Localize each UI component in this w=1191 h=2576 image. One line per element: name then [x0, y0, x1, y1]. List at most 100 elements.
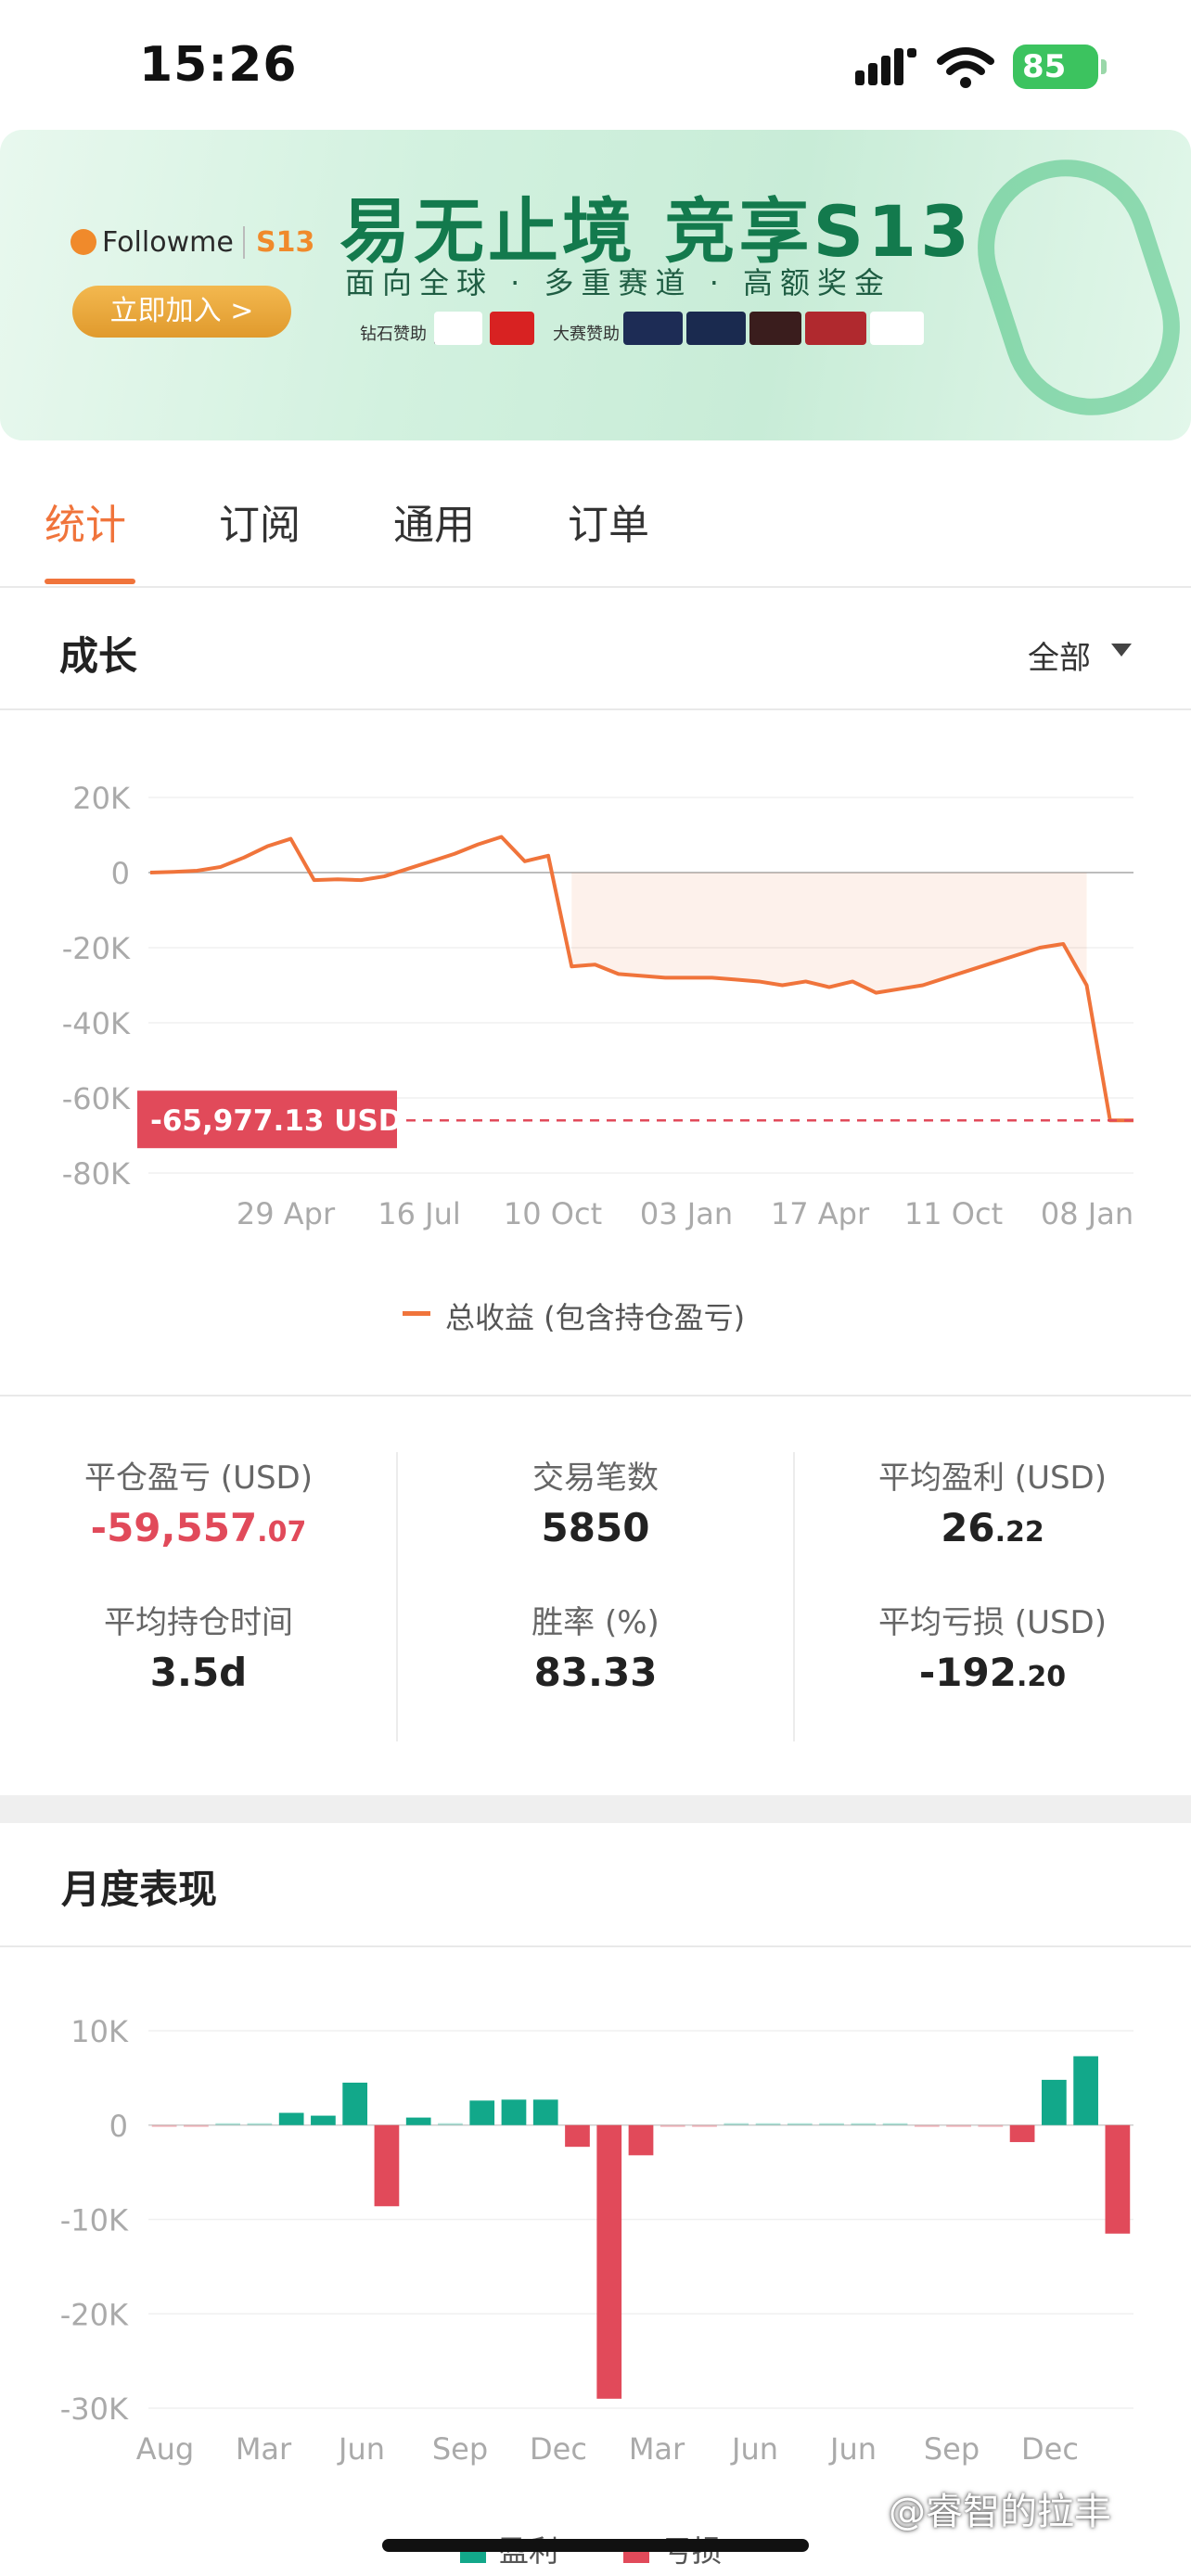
sponsor-logo — [490, 312, 534, 345]
y-tick-label: -80K — [62, 1156, 131, 1192]
stat-value: -192.20 — [794, 1650, 1191, 1695]
stat-trades: 交易笔数 5850 — [397, 1452, 794, 1550]
stat-divider — [396, 1452, 398, 1741]
wifi-icon — [937, 47, 994, 88]
x-tick-label: Sep — [924, 2431, 980, 2467]
stat-value: -59,557.07 — [0, 1505, 397, 1550]
stat-avg-profit: 平均盈利 (USD) 26.22 — [794, 1452, 1191, 1550]
growth-title: 成长 — [59, 633, 138, 679]
x-tick-label: 10 Oct — [504, 1196, 602, 1231]
x-tick-label: Aug — [136, 2431, 194, 2467]
tab-subscribe[interactable]: 订阅 — [219, 491, 301, 551]
sponsor-logo — [749, 312, 801, 345]
bar — [1105, 2124, 1131, 2234]
x-tick-label: 29 Apr — [237, 1196, 336, 1231]
signal-icon — [855, 48, 916, 85]
stat-value-dec: .07 — [257, 1516, 307, 1549]
bar — [374, 2124, 400, 2207]
x-tick-label: Mar — [236, 2431, 292, 2467]
x-tick-label: 11 Oct — [904, 1196, 1003, 1231]
caret-down-icon[interactable] — [1111, 644, 1132, 657]
stat-label: 平均亏损 (USD) — [878, 1604, 1107, 1641]
sponsor-logo — [805, 312, 866, 345]
decorative-ring — [954, 136, 1191, 439]
bar — [247, 2123, 273, 2125]
home-indicator[interactable] — [382, 2539, 809, 2552]
bar — [278, 2112, 304, 2125]
growth-filter-dropdown[interactable]: 全部 — [1028, 632, 1091, 678]
bar — [405, 2117, 431, 2125]
banner-subtitle: 面向全球 · 多重赛道 · 高额奖金 — [345, 265, 892, 300]
stat-value: 26.22 — [794, 1505, 1191, 1550]
growth-chart: 20K 0 -20K -40K -60K -80K 29 Apr 16 Jul 10 Oct 03… — [62, 781, 1133, 1231]
brand-name: Followme — [102, 226, 234, 259]
y-tick-label: 0 — [109, 2109, 128, 2144]
y-tick-label: -20K — [60, 2297, 129, 2332]
stat-win-rate: 胜率 (%) 83.33 — [397, 1597, 794, 1695]
stat-label: 交易笔数 — [532, 1460, 659, 1497]
stat-label: 平仓盈亏 (USD) — [84, 1460, 313, 1497]
x-tick-label: 17 Apr — [771, 1196, 870, 1231]
tab-stats[interactable]: 统计 — [45, 491, 126, 551]
divider — [0, 1945, 1191, 1947]
bar — [469, 2100, 495, 2125]
x-tick-label: Dec — [530, 2431, 587, 2467]
promo-banner[interactable]: Followme S13 立即加入 > 易无止境 竞享S13 面向全球 · 多重… — [0, 130, 1191, 440]
x-tick-label: Jun — [337, 2431, 385, 2467]
stat-value-dec: .22 — [994, 1516, 1044, 1549]
x-tick-label: Jun — [828, 2431, 877, 2467]
active-tab-indicator — [45, 579, 135, 584]
bar — [660, 2124, 685, 2127]
y-tick-label: -40K — [62, 1006, 131, 1041]
watermark: @睿智的拉丰 — [889, 2491, 1111, 2533]
x-tick-label: Dec — [1021, 2431, 1079, 2467]
bar — [692, 2124, 717, 2127]
x-tick-label: Mar — [629, 2431, 685, 2467]
y-tick-label: -20K — [62, 931, 131, 966]
bar — [565, 2124, 590, 2148]
bar — [151, 2124, 177, 2127]
bar — [628, 2124, 654, 2156]
y-tick-label: 0 — [111, 856, 130, 891]
bar — [851, 2123, 877, 2125]
tab-general[interactable]: 通用 — [393, 491, 475, 551]
bar — [438, 2123, 463, 2125]
monthly-chart: 10K 0 -10K -20K -30KAug Mar Jun Sep Dec Mar Jun Jun… — [60, 2014, 1133, 2467]
battery-level: 85 — [1022, 48, 1067, 85]
sponsor-event-label: 大赛赞助 | — [553, 325, 631, 344]
sponsor-logo — [434, 312, 482, 345]
bar — [1041, 2079, 1067, 2125]
sponsor-logo — [623, 312, 683, 345]
stat-closed-pl: 平仓盈亏 (USD) -59,557.07 — [0, 1452, 397, 1550]
y-tick-label: -10K — [60, 2203, 129, 2238]
y-tick-label: 20K — [72, 781, 131, 816]
bar — [946, 2124, 971, 2127]
stat-avg-loss: 平均亏损 (USD) -192.20 — [794, 1597, 1191, 1695]
brand-logo: Followme — [70, 226, 234, 259]
followme-icon — [70, 229, 96, 255]
growth-legend: 总收益 (包含持仓盈亏) — [445, 1300, 746, 1335]
bar — [787, 2123, 813, 2125]
bar — [882, 2123, 908, 2125]
status-bar: 15:26 85 — [0, 0, 1191, 130]
stat-value-dec: .20 — [1016, 1661, 1067, 1693]
current-value-label: -65,977.13 USD — [150, 1104, 402, 1138]
y-tick-label: 10K — [70, 2014, 129, 2049]
stat-label: 平均持仓时间 — [104, 1604, 293, 1641]
sponsor-diamond-label: 钻石赞助 | — [360, 325, 438, 344]
stat-value: 83.33 — [533, 1650, 658, 1695]
bar — [914, 2124, 940, 2127]
bar — [724, 2123, 749, 2125]
bar — [184, 2124, 209, 2127]
tab-orders[interactable]: 订单 — [568, 491, 649, 551]
stat-value-int: -192 — [918, 1650, 1017, 1695]
bar — [311, 2115, 336, 2125]
stat-value: 5850 — [541, 1505, 650, 1550]
x-tick-label: 08 Jan — [1041, 1196, 1133, 1231]
join-button[interactable]: 立即加入 > — [72, 286, 291, 338]
x-tick-label: 03 Jan — [640, 1196, 733, 1231]
battery-indicator: 85 — [1013, 45, 1107, 89]
monthly-title: 月度表现 — [61, 1867, 218, 1912]
brand-tag: S13 — [243, 226, 314, 259]
stat-value-int: -59,557 — [90, 1505, 258, 1550]
